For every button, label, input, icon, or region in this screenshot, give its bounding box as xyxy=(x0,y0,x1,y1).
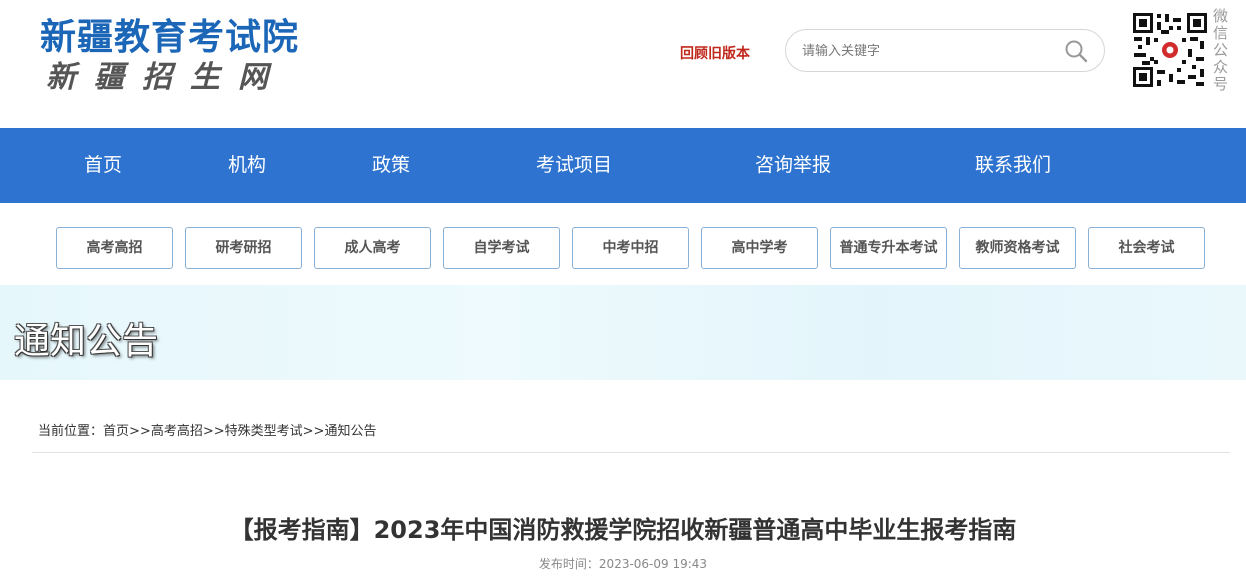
nav-item-home[interactable]: 首页 xyxy=(84,128,122,203)
site-header: 新疆教育考试院 新疆招生网 回顾旧版本 微信公众号 xyxy=(0,0,1246,128)
breadcrumb-gaokao[interactable]: 高考高招 xyxy=(151,424,203,439)
article-publish-time: 发布时间：2023-06-09 19:43 xyxy=(538,557,708,571)
category-button-gaokao[interactable]: 高考高招 xyxy=(56,227,173,269)
wechat-qr-code xyxy=(1132,12,1208,88)
category-button-zhongkao[interactable]: 中考中招 xyxy=(572,227,689,269)
search-input[interactable] xyxy=(802,40,1052,62)
breadcrumb: 当前位置：首页>>高考高招>>特殊类型考试>>通知公告 xyxy=(38,420,376,439)
category-button-upgrade[interactable]: 普通专升本考试 xyxy=(830,227,947,269)
section-banner: 通知公告 xyxy=(0,285,1246,380)
category-button-academic-test[interactable]: 高中学考 xyxy=(701,227,818,269)
category-button-adult[interactable]: 成人高考 xyxy=(314,227,431,269)
breadcrumb-separator: >> xyxy=(129,424,151,439)
breadcrumb-divider xyxy=(32,452,1230,453)
breadcrumb-special-exam[interactable]: 特殊类型考试 xyxy=(225,424,303,439)
nav-item-contact-us[interactable]: 联系我们 xyxy=(975,128,1051,203)
wechat-qr-label: 微信公众号 xyxy=(1213,7,1229,93)
exam-category-nav: 高考高招 研考研招 成人高考 自学考试 中考中招 高中学考 普通专升本考试 教师… xyxy=(0,203,1246,285)
search-box xyxy=(785,29,1105,72)
site-logo-subtitle: 新疆招生网 xyxy=(46,60,286,95)
breadcrumb-separator: >> xyxy=(202,424,225,439)
category-button-self-study[interactable]: 自学考试 xyxy=(443,227,560,269)
category-button-teacher-cert[interactable]: 教师资格考试 xyxy=(959,227,1076,269)
nav-item-policy[interactable]: 政策 xyxy=(372,128,410,203)
breadcrumb-notices[interactable]: 通知公告 xyxy=(324,424,376,439)
breadcrumb-separator: >> xyxy=(302,424,325,439)
nav-item-exam-projects[interactable]: 考试项目 xyxy=(536,128,612,203)
old-version-link[interactable]: 回顾旧版本 xyxy=(680,43,750,63)
breadcrumb-prefix: 当前位置： xyxy=(38,424,104,439)
category-button-social[interactable]: 社会考试 xyxy=(1088,227,1205,269)
breadcrumb-home[interactable]: 首页 xyxy=(103,424,129,439)
section-banner-title: 通知公告 xyxy=(14,321,159,362)
article-title: 【报考指南】2023年中国消防救援学院招收新疆普通高中毕业生报考指南 xyxy=(229,516,1017,544)
nav-item-organization[interactable]: 机构 xyxy=(228,128,266,203)
nav-item-consult-report[interactable]: 咨询举报 xyxy=(755,128,831,203)
search-icon[interactable] xyxy=(1064,39,1088,63)
main-nav: 首页 机构 政策 考试项目 咨询举报 联系我们 xyxy=(0,128,1246,203)
category-button-graduate[interactable]: 研考研招 xyxy=(185,227,302,269)
